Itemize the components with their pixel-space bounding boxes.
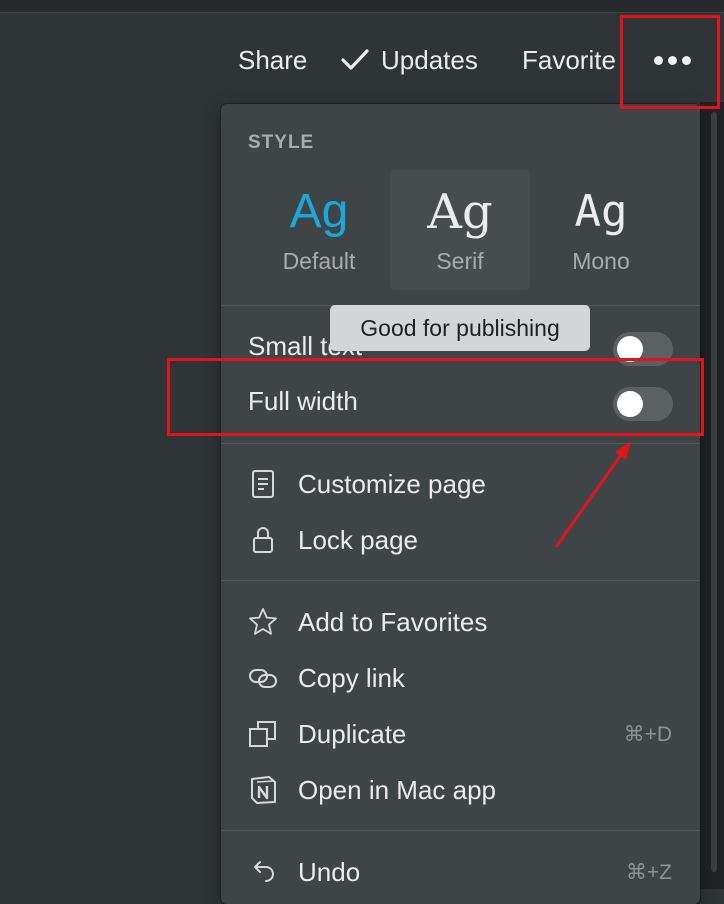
style-preview: Ag [289,185,349,238]
open-in-mac-app-item[interactable]: Open in Mac app [221,764,700,814]
updates-button[interactable]: Updates [340,45,478,75]
style-tooltip: Good for publishing [330,305,590,351]
full-width-toggle[interactable] [613,387,673,421]
style-option-label: Default [282,248,356,274]
copy-link-item[interactable]: Copy link [221,652,700,702]
page-options-menu: STYLE Ag Default Ag Serif Ag Mono Small … [221,104,700,904]
menu-divider [221,830,700,831]
updates-label: Updates [381,45,478,75]
lock-icon [253,527,273,553]
shortcut-hint: ⌘+Z [625,861,672,884]
duplicate-item[interactable]: Duplicate ⌘+D [221,708,700,758]
style-option-label: Serif [436,248,484,274]
item-label: Customize page [298,469,486,499]
item-label: Lock page [298,525,418,555]
style-option-default[interactable]: Ag Default [249,170,389,290]
style-option-mono[interactable]: Ag Mono [531,170,671,290]
item-label: Add to Favorites [298,607,488,637]
item-label: Copy link [298,663,405,693]
star-icon [249,608,277,635]
full-width-label: Full width [248,386,358,416]
duplicate-icon [249,721,276,747]
scrollbar[interactable] [711,112,717,872]
style-option-label: Mono [572,248,630,274]
style-preview: Ag [427,184,493,240]
page-scroll-area [700,102,724,889]
item-label: Open in Mac app [298,775,497,805]
menu-divider [221,443,700,444]
document-icon [252,470,274,498]
undo-icon [254,861,274,882]
item-label: Undo [298,857,361,887]
style-preview: Ag [574,186,628,237]
customize-page-item[interactable]: Customize page [221,458,700,508]
item-label: Duplicate [298,719,407,749]
menu-divider [221,580,700,581]
shortcut-hint: ⌘+D [623,723,672,746]
more-dots-icon[interactable] [650,52,694,70]
checkmark-icon [341,49,369,70]
small-text-toggle[interactable] [613,332,673,366]
add-to-favorites-item[interactable]: Add to Favorites [221,596,700,646]
style-section-header: STYLE [248,132,315,153]
link-icon [249,669,277,688]
full-width-row[interactable]: Full width [248,381,673,421]
lock-page-item[interactable]: Lock page [221,514,700,564]
share-button[interactable]: Share [238,45,307,75]
style-option-serif[interactable]: Ag Serif [390,170,530,290]
notion-icon [251,776,276,804]
favorite-button[interactable]: Favorite [522,45,622,75]
page-topbar: Share Updates Favorite [0,12,724,102]
